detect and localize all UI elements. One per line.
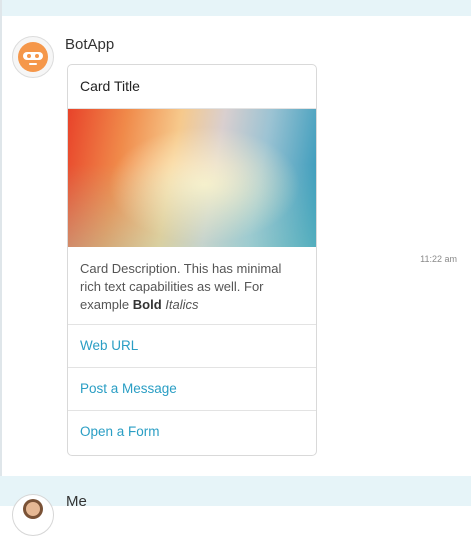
user-avatar[interactable]	[12, 494, 54, 536]
hero-card: Card Title Card Description. This has mi…	[67, 64, 317, 456]
card-description-italic: Italics	[165, 297, 199, 312]
previous-message-strip	[0, 0, 471, 16]
bot-avatar[interactable]	[12, 36, 54, 78]
sender-name[interactable]: BotApp	[65, 36, 114, 53]
card-image	[68, 109, 316, 247]
open-form-button[interactable]: Open a Form	[68, 411, 316, 453]
message-timestamp: 11:22 am	[420, 254, 457, 264]
card-title: Card Title	[68, 65, 316, 109]
robot-icon	[18, 42, 48, 72]
card-description-bold: Bold	[132, 297, 162, 312]
next-sender-name[interactable]: Me	[66, 493, 87, 510]
post-message-button[interactable]: Post a Message	[68, 368, 316, 411]
bot-message: BotApp 11:22 am Card Title Card Descript…	[0, 16, 471, 476]
card-description: Card Description. This has minimal rich …	[68, 247, 316, 325]
web-url-button[interactable]: Web URL	[68, 325, 316, 368]
